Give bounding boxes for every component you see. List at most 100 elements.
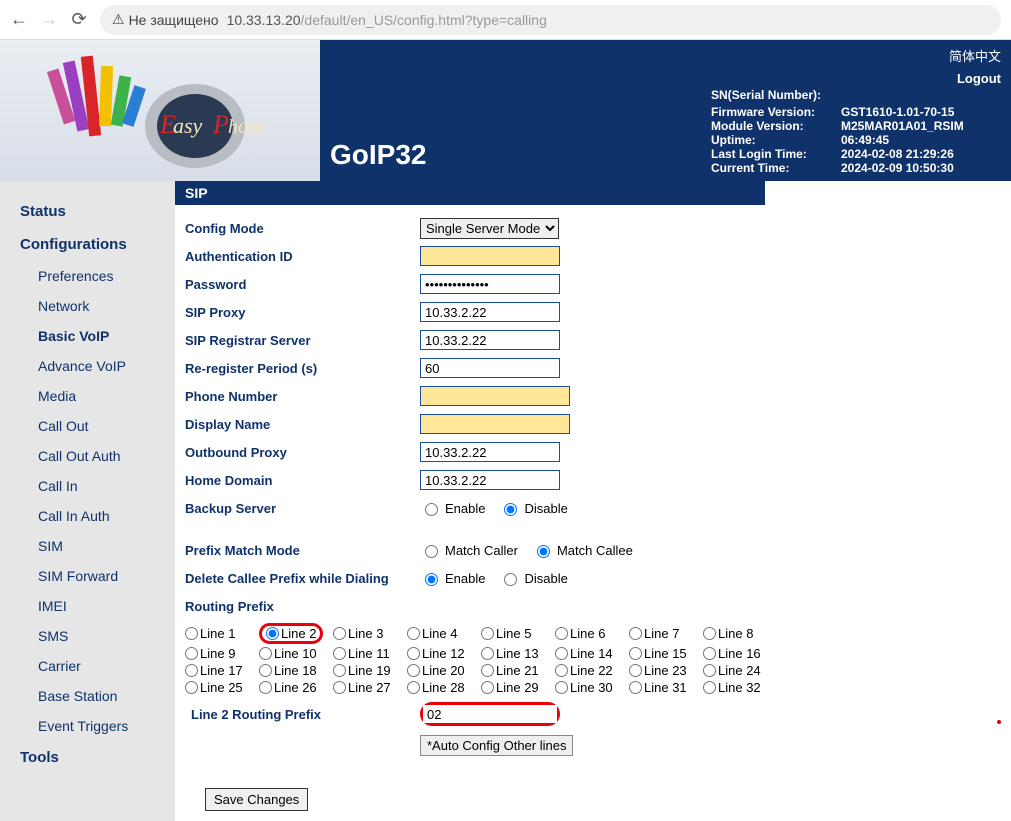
sidebar-item-sim-forward[interactable]: SIM Forward [0, 561, 175, 591]
line-radio-5[interactable] [481, 627, 494, 640]
backup-enable-radio[interactable] [425, 503, 438, 516]
sip-registrar-input[interactable] [420, 330, 560, 350]
line-radio-27[interactable] [333, 681, 346, 694]
backup-disable-radio[interactable] [504, 503, 517, 516]
line-radio-4[interactable] [407, 627, 420, 640]
match-callee-label: Match Callee [557, 543, 633, 558]
line-cell-1: Line 1 [185, 623, 259, 644]
warning-icon: ⚠ [112, 11, 125, 28]
sidebar-item-media[interactable]: Media [0, 381, 175, 411]
line-radio-9[interactable] [185, 647, 198, 660]
line-cell-7: Line 7 [629, 623, 703, 644]
line-radio-29[interactable] [481, 681, 494, 694]
auth-id-input[interactable] [420, 246, 560, 266]
config-mode-select[interactable]: Single Server Mode [420, 218, 559, 239]
line-radio-22[interactable] [555, 664, 568, 677]
line-radio-16[interactable] [703, 647, 716, 660]
sidebar-item-event-triggers[interactable]: Event Triggers [0, 711, 175, 741]
sip-proxy-input[interactable] [420, 302, 560, 322]
sidebar-item-preferences[interactable]: Preferences [0, 261, 175, 291]
line-label-13: Line 13 [496, 646, 539, 661]
logout-link[interactable]: Logout [949, 71, 1001, 86]
language-link[interactable]: 简体中文 [949, 46, 1001, 65]
auto-config-button[interactable]: *Auto Config Other lines [420, 735, 573, 756]
phone-input[interactable] [420, 386, 570, 406]
delete-disable-radio[interactable] [504, 573, 517, 586]
line-radio-8[interactable] [703, 627, 716, 640]
line-radio-12[interactable] [407, 647, 420, 660]
backup-server-label: Backup Server [185, 501, 420, 516]
home-domain-label: Home Domain [185, 473, 420, 488]
line-radio-32[interactable] [703, 681, 716, 694]
sip-registrar-label: SIP Registrar Server [185, 333, 420, 348]
rereg-label: Re-register Period (s) [185, 361, 420, 376]
line-radio-14[interactable] [555, 647, 568, 660]
line-label-12: Line 12 [422, 646, 465, 661]
sidebar-item-imei[interactable]: IMEI [0, 591, 175, 621]
outbound-input[interactable] [420, 442, 560, 462]
line-radio-2[interactable] [266, 627, 279, 640]
line-radio-23[interactable] [629, 664, 642, 677]
routing-prefix-label: Routing Prefix [185, 599, 420, 614]
sidebar-item-call-out-auth[interactable]: Call Out Auth [0, 441, 175, 471]
line-radio-10[interactable] [259, 647, 272, 660]
line-radio-11[interactable] [333, 647, 346, 660]
line-cell-29: Line 29 [481, 680, 555, 695]
line-radio-7[interactable] [629, 627, 642, 640]
line-routing-input[interactable] [423, 705, 557, 723]
red-dot-icon [997, 720, 1001, 724]
sidebar-configurations[interactable]: Configurations [0, 228, 175, 261]
line-cell-20: Line 20 [407, 663, 481, 678]
sidebar-item-call-in[interactable]: Call In [0, 471, 175, 501]
line-radio-24[interactable] [703, 664, 716, 677]
line-radio-25[interactable] [185, 681, 198, 694]
save-changes-button[interactable]: Save Changes [205, 788, 308, 811]
back-button[interactable]: ← [10, 11, 28, 29]
line-radio-20[interactable] [407, 664, 420, 677]
line-label-6: Line 6 [570, 626, 605, 641]
section-title: SIP [175, 181, 765, 205]
forward-button[interactable]: → [40, 11, 58, 29]
line-label-23: Line 23 [644, 663, 687, 678]
sidebar-item-sms[interactable]: SMS [0, 621, 175, 651]
home-domain-input[interactable] [420, 470, 560, 490]
line-radio-19[interactable] [333, 664, 346, 677]
main-area: Status Configurations PreferencesNetwork… [0, 181, 1011, 821]
line-label-20: Line 20 [422, 663, 465, 678]
reload-button[interactable]: ⟳ [70, 11, 88, 29]
match-callee-radio[interactable] [537, 545, 550, 558]
sidebar-item-carrier[interactable]: Carrier [0, 651, 175, 681]
sidebar-item-sim[interactable]: SIM [0, 531, 175, 561]
line-radio-15[interactable] [629, 647, 642, 660]
line-radio-3[interactable] [333, 627, 346, 640]
line-radio-17[interactable] [185, 664, 198, 677]
line-label-21: Line 21 [496, 663, 539, 678]
line-radio-13[interactable] [481, 647, 494, 660]
sidebar-status[interactable]: Status [0, 195, 175, 228]
line-cell-2: Line 2 [259, 623, 333, 644]
line-radio-26[interactable] [259, 681, 272, 694]
sidebar-tools[interactable]: Tools [0, 741, 175, 774]
line-radio-28[interactable] [407, 681, 420, 694]
sidebar-item-base-station[interactable]: Base Station [0, 681, 175, 711]
match-caller-radio[interactable] [425, 545, 438, 558]
line-radio-31[interactable] [629, 681, 642, 694]
sidebar-item-call-in-auth[interactable]: Call In Auth [0, 501, 175, 531]
delete-enable-radio[interactable] [425, 573, 438, 586]
sidebar-item-call-out[interactable]: Call Out [0, 411, 175, 441]
line-radio-1[interactable] [185, 627, 198, 640]
sidebar-item-basic-voip[interactable]: Basic VoIP [0, 321, 175, 351]
rereg-input[interactable] [420, 358, 560, 378]
display-name-input[interactable] [420, 414, 570, 434]
line-radio-30[interactable] [555, 681, 568, 694]
password-input[interactable] [420, 274, 560, 294]
line-label-3: Line 3 [348, 626, 383, 641]
line-radio-18[interactable] [259, 664, 272, 677]
line-radio-21[interactable] [481, 664, 494, 677]
address-bar[interactable]: ⚠ Не защищено 10.33.13.20/default/en_US/… [100, 5, 1001, 35]
sidebar-item-network[interactable]: Network [0, 291, 175, 321]
line-radio-6[interactable] [555, 627, 568, 640]
line-label-28: Line 28 [422, 680, 465, 695]
sidebar-item-advance-voip[interactable]: Advance VoIP [0, 351, 175, 381]
svg-text:P: P [212, 110, 229, 139]
